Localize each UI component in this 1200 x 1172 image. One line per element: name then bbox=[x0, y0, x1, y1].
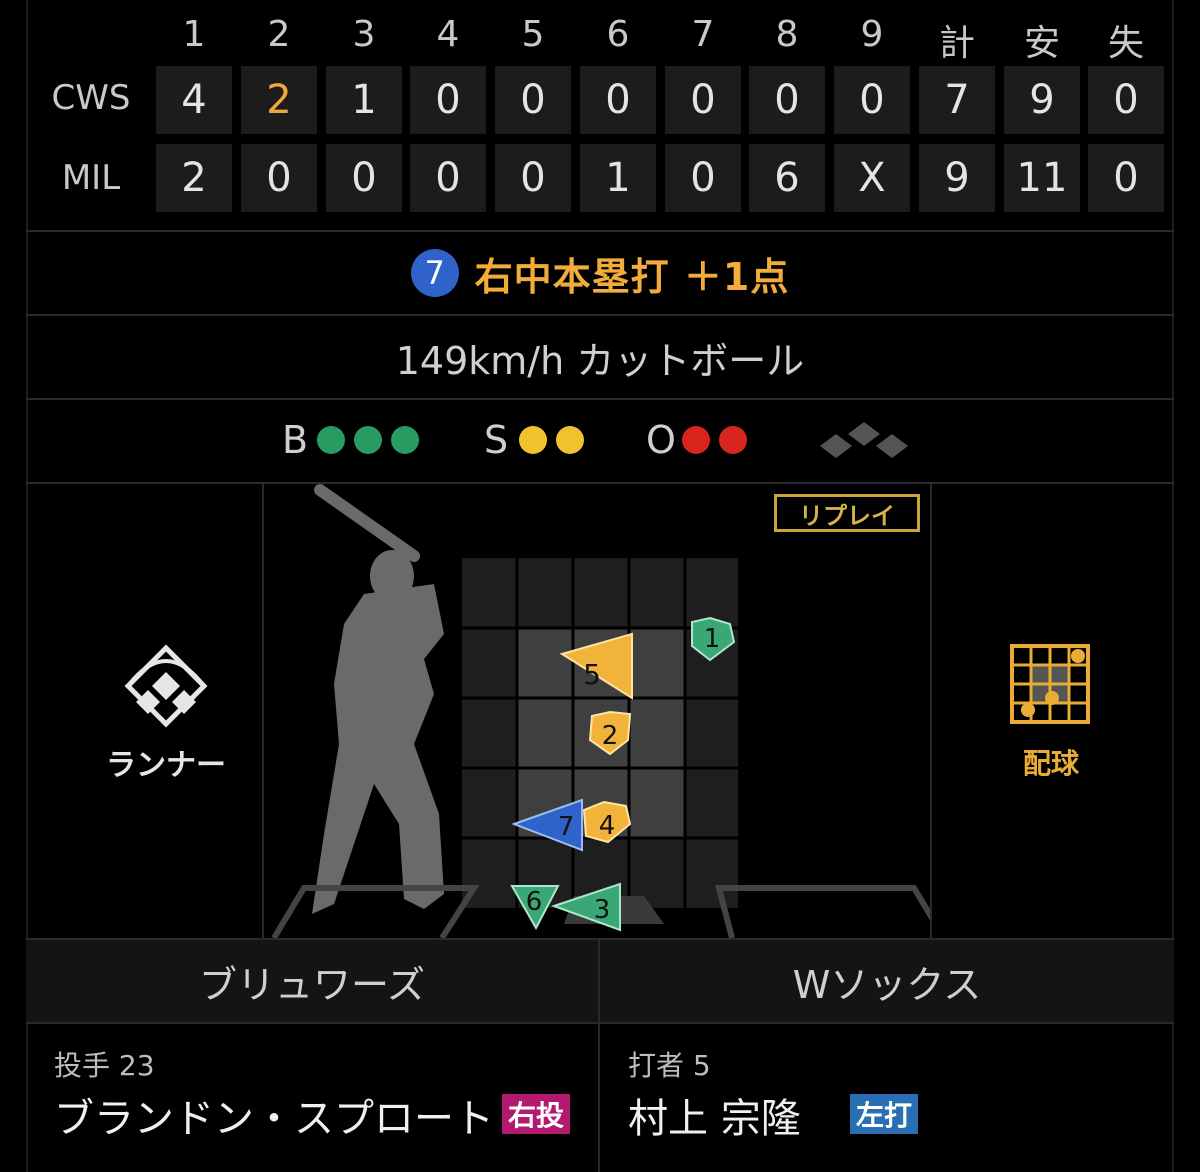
pitch-visual-area: ランナー 1 5 2 4 7 6 3 リプレイ 配球 bbox=[26, 484, 1174, 938]
teams-row: ブリュワーズ Wソックス bbox=[26, 940, 1174, 1022]
inning-header-5: 5 bbox=[521, 14, 545, 55]
team-abbr-home: MIL bbox=[61, 158, 121, 198]
play-result-text: 右中本塁打 ＋1点 bbox=[474, 254, 790, 299]
runner-label: ランナー bbox=[106, 748, 226, 783]
score-cell: 0 bbox=[326, 144, 402, 212]
divider bbox=[598, 1024, 600, 1172]
score-cell: 0 bbox=[580, 66, 656, 134]
score-cell: 0 bbox=[834, 66, 910, 134]
pitch-marker-1: 1 bbox=[691, 616, 736, 662]
pitch-grid-icon bbox=[1010, 644, 1090, 724]
pitch-marker-4: 4 bbox=[582, 800, 632, 844]
replay-button[interactable]: リプレイ bbox=[774, 494, 920, 532]
score-cell: 1 bbox=[326, 66, 402, 134]
pitch-marker-label: 4 bbox=[599, 811, 616, 841]
score-errors: 0 bbox=[1088, 66, 1164, 134]
pitch-marker-6: 6 bbox=[510, 885, 560, 931]
divider bbox=[930, 484, 932, 938]
pitch-number-badge: 7 bbox=[410, 249, 459, 297]
score-cell: 0 bbox=[665, 66, 741, 134]
inning-header-2: 2 bbox=[267, 14, 291, 55]
play-result: 7 右中本塁打 ＋1点 bbox=[26, 232, 1174, 314]
pitch-marker-label: 1 bbox=[704, 624, 721, 654]
pitch-marker-2: 2 bbox=[588, 710, 632, 756]
score-cell: 0 bbox=[495, 144, 571, 212]
batter-role: 打者 5 bbox=[628, 1049, 711, 1082]
pitch-marker-label: 2 bbox=[602, 721, 619, 751]
pitch-markers: 1 5 2 4 7 6 3 bbox=[510, 616, 736, 932]
score-cell: 0 bbox=[410, 144, 486, 212]
pitch-sequence-label: 配球 bbox=[1022, 747, 1079, 780]
pitch-marker-label: 5 bbox=[583, 658, 601, 691]
team-abbr-away: CWS bbox=[51, 78, 131, 118]
pitch-info: 149km/h カットボール bbox=[395, 338, 805, 383]
out-dot bbox=[719, 426, 747, 454]
count-display: B S O bbox=[26, 400, 1174, 482]
strike-dot bbox=[519, 426, 547, 454]
score-cell: 0 bbox=[241, 144, 317, 212]
pitch-marker-7: 7 bbox=[511, 798, 583, 852]
diamond-icon bbox=[124, 644, 208, 728]
pitch-sequence-button[interactable]: 配球 bbox=[1006, 642, 1096, 782]
out-dot bbox=[682, 426, 710, 454]
score-cell-highlight: 2 bbox=[241, 66, 317, 134]
inning-header-9: 9 bbox=[860, 14, 884, 55]
ball-label: B bbox=[282, 418, 309, 462]
inning-header-8: 8 bbox=[775, 14, 799, 55]
pitch-marker-3: 3 bbox=[550, 882, 621, 932]
inning-header-6: 6 bbox=[606, 14, 630, 55]
hits-header: 安 bbox=[1023, 23, 1060, 64]
ball-dot bbox=[391, 426, 419, 454]
score-errors: 0 bbox=[1088, 144, 1164, 212]
score-cell: 0 bbox=[495, 66, 571, 134]
pitcher-name[interactable]: ブランドン・スプロート bbox=[54, 1086, 494, 1144]
score-cell: 1 bbox=[580, 144, 656, 212]
inning-header-1: 1 bbox=[182, 14, 206, 55]
ball-dot bbox=[317, 426, 345, 454]
pitch-marker-label: 6 bbox=[526, 887, 543, 917]
inning-header-7: 7 bbox=[691, 14, 715, 55]
out-label: O bbox=[646, 418, 676, 462]
runner-button[interactable]: ランナー bbox=[86, 644, 246, 784]
pitcher-role: 投手 23 bbox=[54, 1049, 155, 1082]
score-cell: 0 bbox=[749, 66, 825, 134]
score-hits: 11 bbox=[1004, 144, 1080, 212]
inning-header-3: 3 bbox=[352, 14, 376, 55]
bases-icon bbox=[820, 422, 908, 458]
pitch-marker-5: 5 bbox=[559, 632, 633, 700]
ball-dot bbox=[354, 426, 382, 454]
score-cell: 6 bbox=[749, 144, 825, 212]
score-cell: 0 bbox=[665, 144, 741, 212]
away-team-tab[interactable]: Wソックス bbox=[600, 940, 1174, 1022]
strike-dot bbox=[556, 426, 584, 454]
score-cell: 4 bbox=[156, 66, 232, 134]
batter-hand-tag: 左打 bbox=[850, 1094, 919, 1134]
score-total: 9 bbox=[919, 144, 995, 212]
runs-header: 計 bbox=[938, 23, 975, 64]
pitch-marker-label: 7 bbox=[558, 812, 575, 842]
matchup-panel: 投手 23 ブランドン・スプロート 右投 打者 5 村上 宗隆 左打 bbox=[26, 1024, 1174, 1172]
scoreboard: 1 2 3 4 5 6 7 8 9 計 安 失 CWS MIL 4 2 1 0 … bbox=[26, 0, 1174, 230]
pitch-marker-label: 3 bbox=[594, 895, 611, 925]
score-cell: X bbox=[834, 144, 910, 212]
errors-header: 失 bbox=[1107, 23, 1144, 64]
strike-label: S bbox=[484, 418, 509, 462]
score-cell: 2 bbox=[156, 144, 232, 212]
score-total: 7 bbox=[919, 66, 995, 134]
pitcher-hand-tag: 右投 bbox=[502, 1094, 571, 1134]
batter-name[interactable]: 村上 宗隆 bbox=[628, 1086, 801, 1144]
home-team-tab[interactable]: ブリュワーズ bbox=[26, 940, 598, 1022]
inning-header-4: 4 bbox=[436, 14, 460, 55]
score-cell: 0 bbox=[410, 66, 486, 134]
score-hits: 9 bbox=[1004, 66, 1080, 134]
